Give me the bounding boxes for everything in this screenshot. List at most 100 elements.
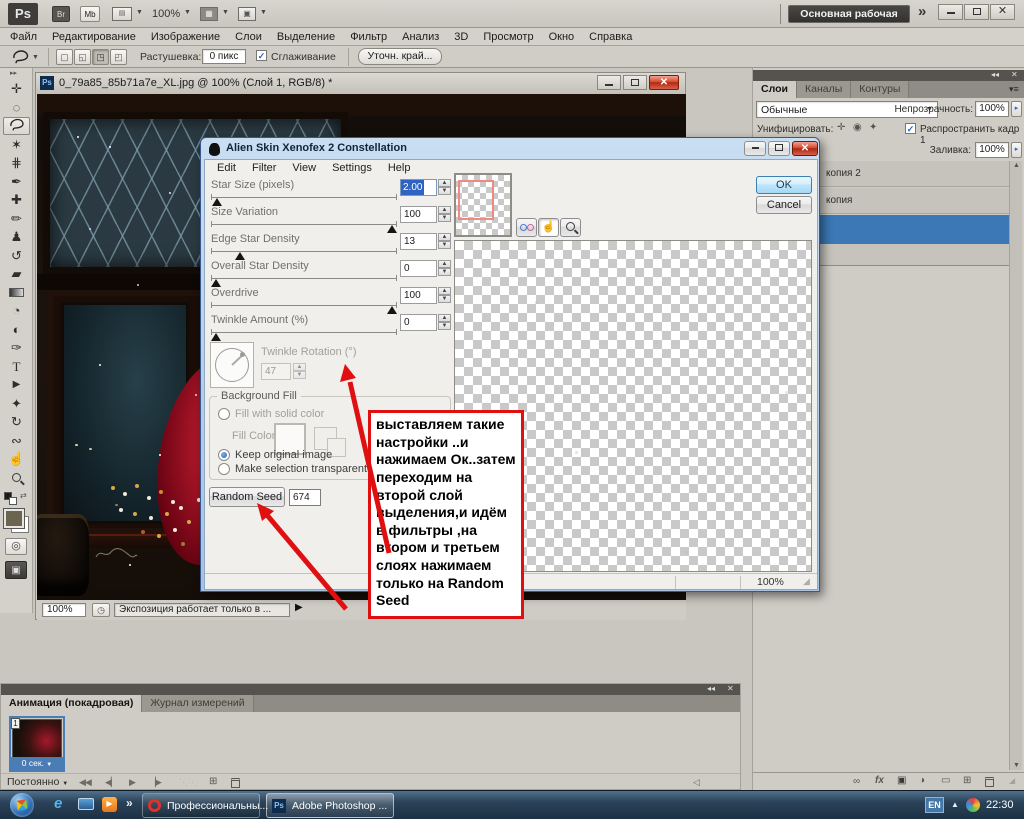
tool-preset-arrow[interactable]: ▼ <box>32 54 39 61</box>
preview-zoom-button[interactable] <box>560 218 581 237</box>
menu-file[interactable]: Файл <box>10 31 37 43</box>
fill-field[interactable]: 100% <box>975 142 1009 158</box>
zoom-tool[interactable] <box>3 469 30 487</box>
menu-3d[interactable]: 3D <box>454 31 468 43</box>
slider-thumb[interactable] <box>211 279 221 287</box>
document-close-button[interactable]: ✕ <box>649 75 679 90</box>
selection-mode-add[interactable]: ◱ <box>74 49 91 65</box>
marquee-tool[interactable]: ◌ <box>3 99 30 117</box>
slider-spinner[interactable]: ▲ ▼ <box>438 233 451 250</box>
new-layer-icon[interactable]: ⊞ <box>963 775 971 786</box>
tween-icon[interactable]: ⋱⋱ <box>179 777 197 788</box>
dodge-tool[interactable]: ◐ <box>3 321 30 339</box>
dialog-resize-grip[interactable]: ◢ <box>803 576 810 587</box>
app-close-button[interactable]: ✕ <box>990 4 1015 20</box>
slider-spinner[interactable]: ▲ ▼ <box>438 287 451 304</box>
document-zoom-field[interactable]: 100% <box>42 603 86 617</box>
slider-value-field[interactable]: 0 <box>400 314 437 331</box>
dialog-menu-filter[interactable]: Filter <box>252 162 276 177</box>
tab-paths[interactable]: Контуры <box>851 81 910 98</box>
loop-mode-select[interactable]: Постоянно ▼ <box>7 776 68 788</box>
layer-group-icon[interactable]: ▭ <box>941 775 950 786</box>
slider-track[interactable] <box>211 329 397 335</box>
twinkle-rotation-dial[interactable] <box>210 342 254 388</box>
ok-button[interactable]: OK <box>756 176 812 194</box>
fill-slider-arrow[interactable]: ▸ <box>1011 142 1022 158</box>
delete-frame-icon[interactable] <box>231 778 240 788</box>
workspace-button[interactable]: Основная рабочая среда <box>788 5 910 37</box>
selection-mode-subtract[interactable]: ◳ <box>92 49 109 65</box>
lasso-tool[interactable] <box>3 117 30 135</box>
random-seed-field[interactable]: 674 <box>289 489 321 506</box>
radio-fill-solid-color[interactable] <box>218 408 230 420</box>
lasso-tool-icon[interactable] <box>10 49 30 67</box>
menu-layers[interactable]: Слои <box>235 31 262 43</box>
task-button-photoshop[interactable]: Ps Adobe Photoshop ... <box>266 793 394 818</box>
eraser-tool[interactable]: ▰ <box>3 265 30 283</box>
zoom-dropdown-arrow[interactable]: ▼ <box>184 9 191 16</box>
slider-value-field[interactable]: 100 <box>400 287 437 304</box>
layers-scrollbar[interactable]: ▲ ▼ <box>1009 161 1022 770</box>
tab-layers[interactable]: Слои <box>753 81 797 98</box>
layer-style-icon[interactable]: fx <box>875 775 884 786</box>
opacity-field[interactable]: 100% <box>975 101 1009 117</box>
menu-analysis[interactable]: Анализ <box>402 31 439 43</box>
previous-frame-icon[interactable]: ◀▏ <box>105 777 118 788</box>
panel-close-icon[interactable]: ✕ <box>727 684 734 693</box>
dock-collapse-icon[interactable]: ◂◂ <box>991 70 999 79</box>
next-frame-icon[interactable]: ▕▶ <box>149 777 162 788</box>
panel-menu-icon[interactable]: ▾≡ <box>1009 84 1019 95</box>
adjustment-layer-icon[interactable]: ◑ <box>919 775 925 786</box>
ie-icon[interactable]: e <box>54 795 62 812</box>
preview-compare-button[interactable] <box>516 218 537 237</box>
unify-position-icon[interactable]: ✛ <box>837 122 845 133</box>
menu-image[interactable]: Изображение <box>151 31 220 43</box>
first-frame-icon[interactable]: ◀◀ <box>79 777 92 788</box>
status-options-icon[interactable]: ◷ <box>92 603 110 617</box>
app-restore-button[interactable] <box>964 4 989 20</box>
slider-spinner[interactable]: ▲ ▼ <box>438 260 451 277</box>
move-tool[interactable]: ✛ <box>3 80 30 98</box>
document-title-bar[interactable]: Ps 0_79a85_85b71a7e_XL.jpg @ 100% (Слой … <box>36 73 685 94</box>
menu-window[interactable]: Окно <box>549 31 575 43</box>
play-icon[interactable]: ▶ <box>129 777 136 788</box>
document-restore-button[interactable] <box>623 75 647 90</box>
screen-mode-button[interactable]: ▣ <box>5 561 27 579</box>
slider-track[interactable] <box>211 221 397 227</box>
refine-edge-button[interactable]: Уточн. край... <box>358 48 442 65</box>
dialog-menu-settings[interactable]: Settings <box>332 162 372 177</box>
app-minimize-button[interactable] <box>938 4 963 20</box>
screen-mode-dropdown-arrow[interactable]: ▼ <box>260 9 267 16</box>
healing-brush-tool[interactable]: ✚ <box>3 191 30 209</box>
preview-view-rect[interactable] <box>458 180 494 220</box>
slider-thumb[interactable] <box>211 333 221 341</box>
opacity-slider-arrow[interactable]: ▸ <box>1011 101 1022 117</box>
hand-tool[interactable]: ☝ <box>3 450 30 468</box>
animation-frame[interactable]: 1 0 сек. ▼ <box>9 716 65 772</box>
type-tool[interactable]: T <box>3 358 30 376</box>
start-button[interactable] <box>10 793 34 817</box>
document-minimize-button[interactable] <box>597 75 621 90</box>
slider-value-field[interactable]: 0 <box>400 260 437 277</box>
minibridge-button[interactable]: Mb <box>80 6 100 22</box>
menu-select[interactable]: Выделение <box>277 31 335 43</box>
slider-thumb[interactable] <box>212 198 222 206</box>
random-seed-button[interactable]: Random Seed <box>209 487 285 507</box>
preview-thumbnail[interactable] <box>454 173 512 237</box>
radio-selection-transparent[interactable] <box>218 463 230 475</box>
blur-tool[interactable]: ◔ <box>3 302 30 320</box>
radio-keep-original[interactable] <box>218 449 230 461</box>
media-player-icon[interactable]: ▶ <box>102 797 117 812</box>
dialog-menu-help[interactable]: Help <box>388 162 411 177</box>
eyedropper-tool[interactable]: ✒ <box>3 173 30 191</box>
orbit-3d-tool[interactable]: ∾ <box>3 432 30 450</box>
slider-track[interactable] <box>211 302 397 308</box>
frame-delay[interactable]: 0 сек. ▼ <box>11 757 63 770</box>
dialog-menu-edit[interactable]: Edit <box>217 162 236 177</box>
delete-layer-icon[interactable] <box>985 777 994 787</box>
panel-collapse-icon[interactable]: ◂◂ <box>707 684 715 693</box>
task-button-opera[interactable]: Профессиональны... <box>142 793 268 818</box>
arrange-dropdown-arrow[interactable]: ▼ <box>222 9 229 16</box>
slider-thumb[interactable] <box>387 225 397 233</box>
slider-spinner[interactable]: ▲ ▼ <box>438 179 451 196</box>
